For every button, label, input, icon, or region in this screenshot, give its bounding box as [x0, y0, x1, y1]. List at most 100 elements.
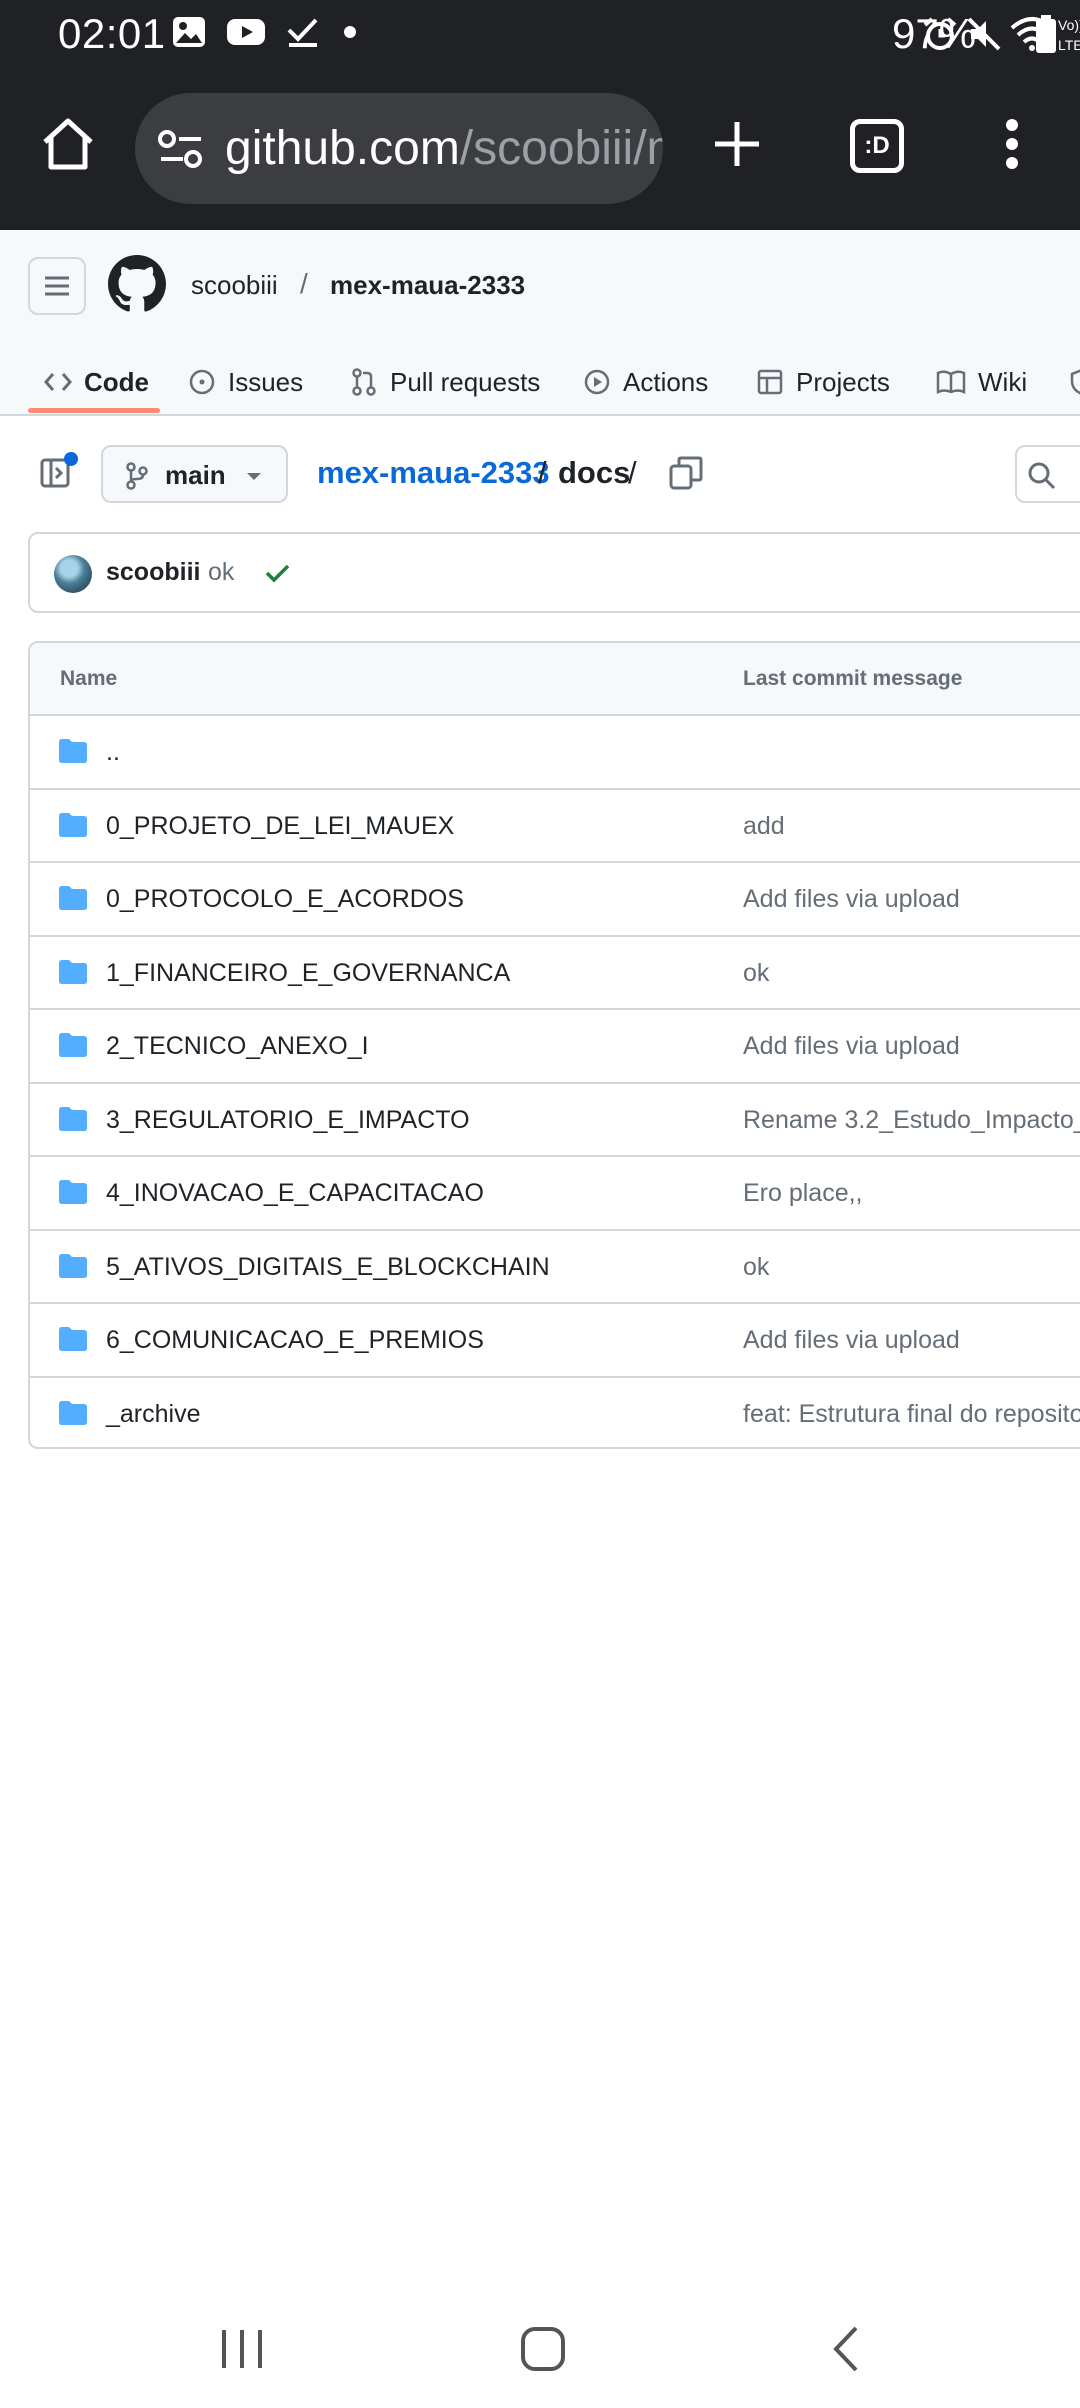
- browser-toolbar: github.com/scoobiii/m :D: [0, 70, 1080, 230]
- folder-icon: [59, 1400, 87, 1425]
- table-row[interactable]: _archive feat: Estrutura final do reposi…: [30, 1378, 1080, 1448]
- repo-name-link[interactable]: mex-maua-2333: [330, 270, 525, 301]
- row-commit-message[interactable]: add: [743, 812, 785, 841]
- url-host: github.com: [225, 122, 460, 175]
- branch-name: main: [165, 460, 226, 490]
- tab-wiki[interactable]: Wiki: [936, 348, 1027, 416]
- play-icon: [584, 369, 610, 395]
- more-options-button[interactable]: [990, 112, 1034, 176]
- row-commit-message[interactable]: Ero place,,: [743, 1179, 863, 1208]
- youtube-icon: [227, 19, 265, 45]
- avatar[interactable]: [54, 555, 92, 593]
- table-row[interactable]: 1_FINANCEIRO_E_GOVERNANCA ok: [30, 937, 1080, 1010]
- caret-down-icon: [247, 473, 261, 480]
- site-settings-icon[interactable]: [157, 127, 205, 171]
- github-header: scoobiii / mex-maua-2333 Code Issues Pul…: [0, 230, 1080, 416]
- status-bar: 02:01 Vo)) LTE 97%: [0, 0, 1080, 70]
- back-icon[interactable]: [826, 2324, 866, 2374]
- row-name[interactable]: 0_PROJETO_DE_LEI_MAUEX: [106, 812, 454, 841]
- volte-icon: Vo)) LTE: [1058, 17, 1080, 53]
- pull-request-icon: [352, 368, 376, 396]
- check-success-icon[interactable]: [262, 558, 292, 588]
- folder-icon: [59, 812, 87, 837]
- folder-icon: [59, 739, 87, 763]
- row-name[interactable]: 6_COMUNICACAO_E_PREMIOS: [106, 1326, 484, 1355]
- table-row[interactable]: 5_ATIVOS_DIGITAIS_E_BLOCKCHAIN ok: [30, 1231, 1080, 1304]
- tab-switcher-button[interactable]: :D: [850, 119, 904, 173]
- row-commit-message[interactable]: Add files via upload: [743, 1326, 960, 1355]
- table-row[interactable]: ..: [30, 716, 1080, 790]
- folder-icon: [59, 1327, 87, 1351]
- table-row[interactable]: 3_REGULATORIO_E_IMPACTO Rename 3.2_Estud…: [30, 1084, 1080, 1157]
- breadcrumb-repo-link[interactable]: mex-maua-2333: [317, 455, 550, 491]
- table-row[interactable]: 0_PROJETO_DE_LEI_MAUEX add: [30, 790, 1080, 863]
- tab-issues-label: Issues: [228, 366, 304, 397]
- recent-apps-icon[interactable]: [218, 2326, 266, 2372]
- tab-actions[interactable]: Actions: [583, 348, 708, 416]
- copy-path-button[interactable]: [667, 454, 705, 492]
- issue-icon: [189, 369, 215, 395]
- row-name[interactable]: _archive: [106, 1400, 201, 1429]
- row-name[interactable]: 4_INOVACAO_E_CAPACITACAO: [106, 1179, 484, 1208]
- row-commit-message[interactable]: ok: [743, 1253, 769, 1282]
- file-tree-toggle-button[interactable]: [36, 450, 80, 494]
- table-row[interactable]: 2_TECNICO_ANEXO_I Add files via upload: [30, 1010, 1080, 1084]
- row-name[interactable]: 0_PROTOCOLO_E_ACORDOS: [106, 885, 464, 914]
- battery-percent: 97%: [892, 10, 977, 57]
- active-tab-underline: [28, 408, 160, 413]
- row-commit-message[interactable]: Add files via upload: [743, 885, 960, 914]
- tab-code[interactable]: Code: [44, 348, 149, 416]
- status-notification-icons: [172, 16, 360, 48]
- commit-author[interactable]: scoobiii: [106, 558, 200, 587]
- new-tab-button[interactable]: [705, 112, 769, 176]
- row-name[interactable]: ..: [106, 738, 120, 767]
- svg-text:Vo)): Vo)): [1058, 17, 1080, 33]
- table-icon: [757, 369, 783, 395]
- shield-icon: [1070, 369, 1080, 395]
- url-text: github.com/scoobiii/m: [225, 121, 663, 176]
- row-name[interactable]: 3_REGULATORIO_E_IMPACTO: [106, 1106, 470, 1135]
- tab-more-overflow[interactable]: [1070, 348, 1080, 416]
- tab-pull-requests-label: Pull requests: [390, 366, 541, 397]
- row-name[interactable]: 1_FINANCEIRO_E_GOVERNANCA: [106, 959, 510, 988]
- table-row[interactable]: 0_PROTOCOLO_E_ACORDOS Add files via uplo…: [30, 863, 1080, 937]
- tab-switcher-label: :D: [864, 132, 890, 159]
- status-system-icons: Vo)) LTE 97%: [660, 0, 1080, 70]
- go-to-file-button[interactable]: [1015, 445, 1080, 503]
- row-name[interactable]: 2_TECNICO_ANEXO_I: [106, 1032, 369, 1061]
- row-commit-message[interactable]: feat: Estrutura final do reposito: [743, 1400, 1080, 1429]
- book-icon: [936, 370, 966, 395]
- home-button[interactable]: [36, 112, 100, 176]
- commit-message[interactable]: ok: [208, 558, 234, 587]
- tab-issues[interactable]: Issues: [188, 348, 303, 416]
- menu-button[interactable]: [28, 257, 86, 315]
- search-icon: [1028, 462, 1056, 490]
- status-time: 02:01: [58, 10, 166, 57]
- home-nav-icon[interactable]: [518, 2324, 568, 2374]
- sidebar-expand-icon: [40, 452, 78, 488]
- branch-selector-button[interactable]: main: [101, 445, 288, 503]
- check-icon: [287, 18, 318, 47]
- table-row[interactable]: 4_INOVACAO_E_CAPACITACAO Ero place,,: [30, 1157, 1080, 1231]
- repo-owner-link[interactable]: scoobiii: [191, 270, 278, 301]
- folder-icon: [59, 886, 87, 910]
- github-logo-icon[interactable]: [108, 255, 166, 313]
- more-vertical-icon: [1006, 119, 1018, 169]
- image-icon: [173, 17, 205, 47]
- hamburger-icon: [45, 276, 69, 296]
- tab-projects[interactable]: Projects: [756, 348, 890, 416]
- table-row[interactable]: 6_COMUNICACAO_E_PREMIOS Add files via up…: [30, 1304, 1080, 1378]
- tab-pull-requests[interactable]: Pull requests: [350, 348, 540, 416]
- system-navigation-bar: [0, 2290, 1080, 2408]
- row-name[interactable]: 5_ATIVOS_DIGITAIS_E_BLOCKCHAIN: [106, 1253, 550, 1282]
- dot-icon: [344, 26, 356, 38]
- svg-text:LTE: LTE: [1058, 37, 1080, 53]
- code-icon: [44, 373, 72, 391]
- row-commit-message[interactable]: ok: [743, 959, 769, 988]
- tab-projects-label: Projects: [796, 366, 890, 397]
- tab-wiki-label: Wiki: [978, 366, 1028, 397]
- address-bar[interactable]: github.com/scoobiii/m: [135, 93, 663, 204]
- git-branch-icon: [126, 462, 148, 490]
- row-commit-message[interactable]: Add files via upload: [743, 1032, 960, 1061]
- row-commit-message[interactable]: Rename 3.2_Estudo_Impacto_: [743, 1106, 1080, 1135]
